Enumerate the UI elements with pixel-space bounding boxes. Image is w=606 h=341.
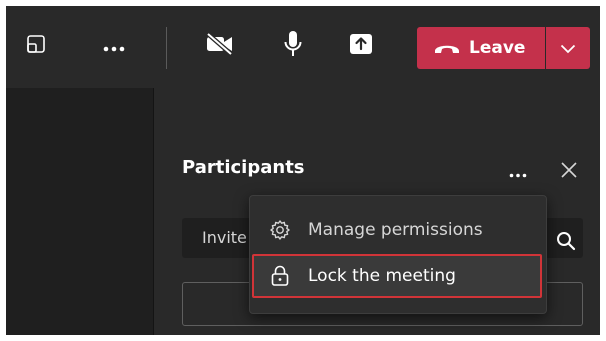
search-button[interactable]: [556, 231, 576, 255]
camera-off-icon: [205, 32, 235, 60]
invite-placeholder: Invite: [202, 228, 247, 247]
menu-item-lock-meeting[interactable]: Lock the meeting: [252, 254, 542, 298]
participants-options-menu: Manage permissions Lock the meeting: [249, 195, 547, 314]
chevron-down-icon: [560, 39, 576, 58]
more-options-icon: [103, 37, 125, 56]
leave-button[interactable]: Leave: [417, 27, 545, 69]
menu-item-manage-permissions[interactable]: Manage permissions: [250, 210, 546, 250]
share-tray-icon: [26, 34, 46, 58]
microphone-icon: [283, 30, 303, 62]
share-content-button[interactable]: [344, 26, 378, 66]
share-tray-button[interactable]: [16, 26, 56, 66]
microphone-toggle-button[interactable]: [278, 26, 308, 66]
phone-hangup-icon: [433, 41, 461, 55]
panel-close-button[interactable]: [560, 161, 578, 183]
leave-label: Leave: [469, 38, 526, 58]
gear-icon: [268, 218, 292, 242]
lock-icon: [268, 264, 292, 288]
more-options-icon: [509, 163, 527, 182]
menu-item-label: Lock the meeting: [308, 266, 456, 286]
panel-more-options-button[interactable]: [509, 163, 527, 182]
search-icon: [556, 232, 576, 255]
share-content-icon: [349, 33, 373, 59]
close-icon: [560, 162, 578, 183]
menu-item-label: Manage permissions: [308, 220, 483, 240]
leave-options-button[interactable]: [546, 27, 590, 69]
panel-title: Participants: [182, 157, 305, 178]
meeting-toolbar: Leave: [6, 6, 600, 88]
teams-meeting-window: Leave Participants Invite Manage permiss…: [6, 6, 600, 335]
toolbar-divider: [166, 27, 167, 69]
camera-toggle-button[interactable]: [202, 26, 238, 66]
more-options-button[interactable]: [92, 26, 136, 66]
